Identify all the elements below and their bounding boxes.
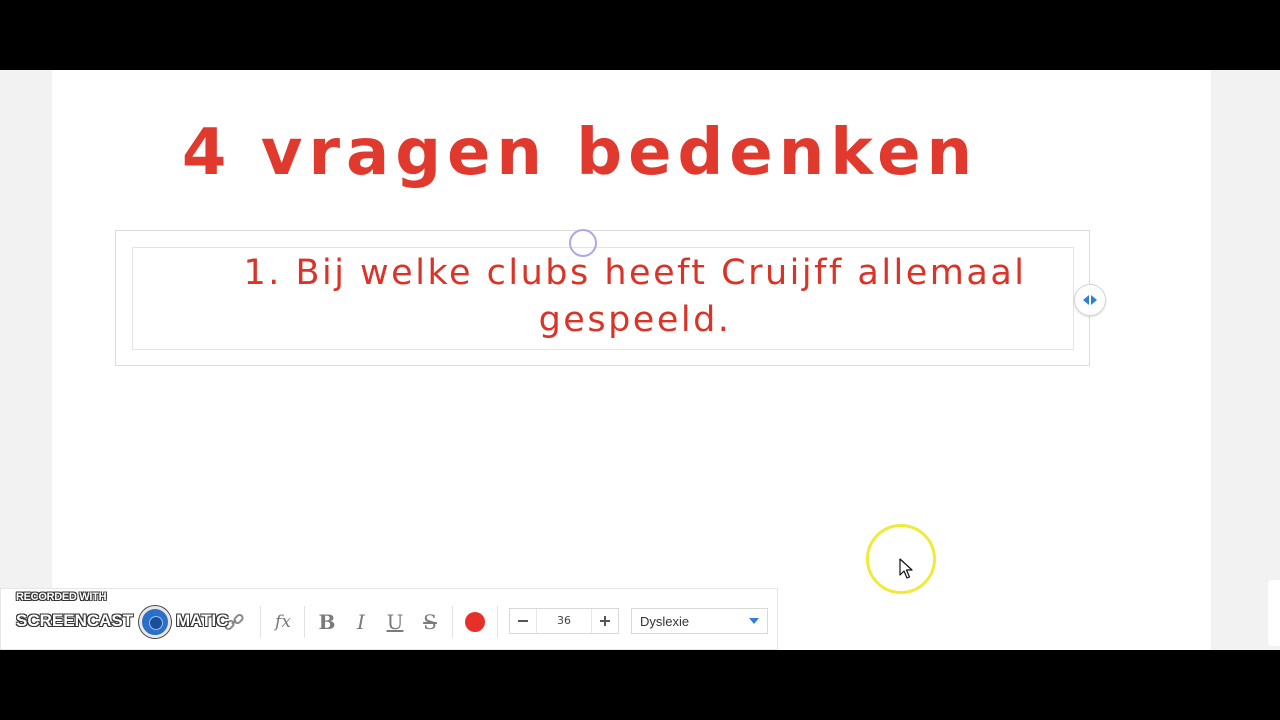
font-size-stepper[interactable]: 36	[509, 608, 619, 634]
toolbar-divider	[304, 606, 305, 638]
plus-icon	[600, 616, 610, 626]
right-gutter	[1211, 70, 1280, 650]
underline-button[interactable]: U	[384, 606, 406, 638]
italic-icon: I	[357, 610, 365, 634]
dropdown-button[interactable]	[741, 609, 767, 633]
resize-handle[interactable]	[1074, 284, 1106, 316]
rotate-handle[interactable]	[569, 229, 597, 257]
formula-button[interactable]: fx	[270, 606, 296, 638]
toolbar-divider	[497, 606, 498, 638]
question-line-1: 1. Bij welke clubs heeft Cruijff allemaa…	[243, 253, 1027, 293]
horizontal-resize-icon	[1083, 295, 1097, 305]
screencast-logo-icon	[139, 606, 171, 638]
toolbar-divider	[452, 606, 453, 638]
watermark-brand-right: MATIC	[176, 611, 229, 630]
strikethrough-icon: S	[423, 610, 437, 634]
italic-button[interactable]: I	[351, 606, 371, 638]
mouse-pointer-icon	[899, 558, 913, 579]
caret-down-icon	[749, 618, 759, 624]
increase-size-button[interactable]	[592, 609, 618, 633]
underline-icon: U	[386, 610, 404, 634]
minus-icon	[518, 620, 528, 622]
font-family-value: Dyslexie	[640, 613, 690, 629]
question-text[interactable]: 1. Bij welke clubs heeft Cruijff allemaa…	[160, 250, 1110, 344]
bold-button[interactable]: B	[316, 606, 338, 638]
text-color-button[interactable]	[465, 612, 485, 632]
question-line-2: gespeeld.	[538, 300, 732, 340]
decrease-size-button[interactable]	[510, 609, 536, 633]
side-panel-tabs[interactable]	[1268, 580, 1280, 646]
strikethrough-button[interactable]: S	[419, 606, 441, 638]
watermark-brand-left: SCREENCAST	[16, 611, 134, 630]
left-gutter	[0, 70, 52, 650]
slide-title[interactable]: 4 vragen bedenken	[180, 108, 980, 198]
watermark-caption: RECORDED WITH	[16, 591, 107, 603]
formula-icon: fx	[275, 612, 291, 632]
toolbar-divider	[260, 606, 261, 638]
bold-icon: B	[318, 610, 336, 634]
font-size-value[interactable]: 36	[536, 609, 592, 633]
font-family-select[interactable]: Dyslexie	[631, 608, 768, 634]
